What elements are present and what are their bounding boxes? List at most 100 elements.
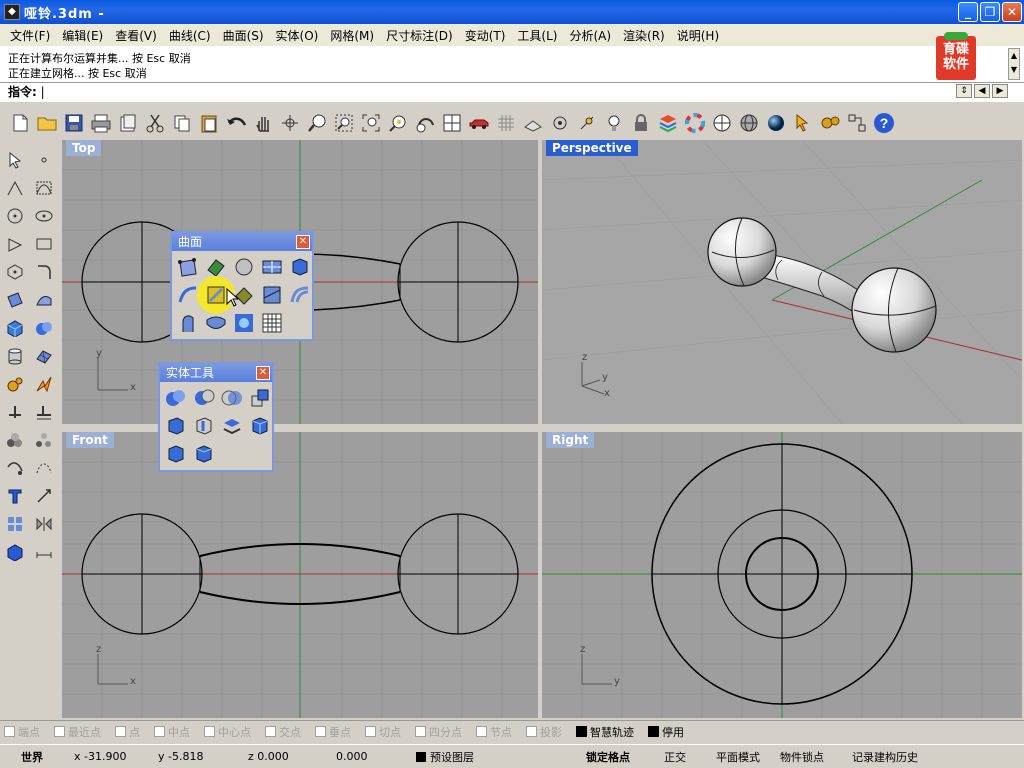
menu-transform[interactable]: 变动(T) (459, 27, 512, 44)
scale-icon[interactable] (32, 484, 56, 508)
cylinder-icon[interactable] (3, 344, 27, 368)
checkbox[interactable] (154, 726, 165, 737)
extract-surface-icon[interactable] (163, 413, 189, 439)
print-icon[interactable] (89, 111, 113, 135)
undo-view-icon[interactable] (413, 111, 437, 135)
revolve-icon[interactable] (259, 282, 285, 308)
cap-planar-holes-icon[interactable] (191, 413, 217, 439)
checkbox[interactable] (115, 726, 126, 737)
checkbox[interactable] (365, 726, 376, 737)
cylinder-solid-icon[interactable] (191, 441, 217, 467)
box-solid-icon[interactable] (163, 441, 189, 467)
cplane-icon[interactable] (521, 111, 545, 135)
checkbox[interactable] (648, 726, 659, 737)
light-icon[interactable] (602, 111, 626, 135)
rebuild-curve-icon[interactable] (32, 456, 56, 480)
rectangle-surface-icon[interactable] (259, 254, 285, 280)
osnap-toggle[interactable]: 物件锁点 (780, 749, 852, 765)
curve-icon[interactable] (32, 176, 56, 200)
command-scroll[interactable]: ▲ ▼ (1008, 48, 1020, 80)
osnap-mid[interactable]: 中点 (154, 724, 190, 740)
close-icon[interactable]: ✕ (256, 366, 270, 380)
boolean-intersection-icon[interactable] (219, 385, 245, 411)
osnap-near[interactable]: 最近点 (54, 724, 101, 740)
undo-icon[interactable] (224, 111, 248, 135)
blend-surface-icon[interactable] (175, 310, 201, 336)
viewport-perspective[interactable]: Perspective z y x (542, 140, 1022, 424)
menu-edit[interactable]: 编辑(E) (56, 27, 109, 44)
menu-solid[interactable]: 实体(O) (270, 27, 325, 44)
menu-curve[interactable]: 曲线(C) (163, 27, 217, 44)
surface-corner-icon[interactable] (3, 288, 27, 312)
viewport-title-front[interactable]: Front (66, 432, 114, 448)
surface-panel-title[interactable]: 曲面 ✕ (172, 233, 312, 251)
properties-icon[interactable] (116, 111, 140, 135)
polygon-icon[interactable] (3, 260, 27, 284)
lock-icon[interactable] (629, 111, 653, 135)
checkbox[interactable] (54, 726, 65, 737)
close-icon[interactable]: ✕ (1002, 2, 1022, 22)
mesh-icon[interactable] (32, 344, 56, 368)
boolean-split-icon[interactable] (247, 385, 273, 411)
rhino-app-icon[interactable]: ◆ (4, 4, 20, 20)
planar-toggle[interactable]: 平面模式 (716, 749, 780, 765)
open-folder-icon[interactable] (35, 111, 59, 135)
boolean-difference-icon[interactable] (191, 385, 217, 411)
color-wheel-icon[interactable] (683, 111, 707, 135)
explode-icon[interactable] (32, 372, 56, 396)
checkbox[interactable] (4, 726, 15, 737)
render-sphere-icon[interactable] (764, 111, 788, 135)
four-viewports-icon[interactable] (440, 111, 464, 135)
osnap-project[interactable]: 投影 (526, 724, 562, 740)
sphere-surface-icon[interactable] (231, 254, 257, 280)
wireframe-icon[interactable] (710, 111, 734, 135)
osnap-intersection[interactable]: 交点 (265, 724, 301, 740)
point-icon[interactable] (575, 111, 599, 135)
settings-icon[interactable] (818, 111, 842, 135)
paste-icon[interactable] (197, 111, 221, 135)
viewport-title-top[interactable]: Top (66, 140, 102, 156)
select-arrow-icon[interactable] (3, 148, 27, 172)
menu-render[interactable]: 渲染(R) (617, 27, 671, 44)
minimize-icon[interactable]: _ (958, 2, 978, 22)
box-icon[interactable] (3, 316, 27, 340)
osnap-tangent[interactable]: 切点 (365, 724, 401, 740)
patch-icon[interactable] (203, 310, 229, 336)
checkbox[interactable] (315, 726, 326, 737)
menu-analyze[interactable]: 分析(A) (563, 27, 617, 44)
menu-surface[interactable]: 曲面(S) (217, 27, 270, 44)
ungroup-icon[interactable] (32, 428, 56, 452)
copy-icon[interactable] (170, 111, 194, 135)
right-arrow-icon[interactable]: ▶ (992, 84, 1008, 98)
gear-icon[interactable] (3, 372, 27, 396)
menu-help[interactable]: 说明(H) (671, 27, 725, 44)
new-file-icon[interactable] (8, 111, 32, 135)
left-arrow-icon[interactable]: ◀ (974, 84, 990, 98)
menu-tools[interactable]: 工具(L) (511, 27, 563, 44)
dimension-icon[interactable] (32, 540, 56, 564)
viewport-title-right[interactable]: Right (546, 432, 595, 448)
surface-toolbar-panel[interactable]: 曲面 ✕ (170, 231, 314, 341)
menu-dimension[interactable]: 尺寸标注(D) (380, 27, 459, 44)
help-icon[interactable]: ? (872, 111, 896, 135)
group-icon[interactable] (3, 428, 27, 452)
surface-extrude-icon[interactable] (32, 288, 56, 312)
circle-icon[interactable] (3, 204, 27, 228)
osnap-knot[interactable]: 节点 (476, 724, 512, 740)
osnap-quadrant[interactable]: 四分点 (415, 724, 462, 740)
solid-union-icon[interactable] (32, 316, 56, 340)
car-icon[interactable] (467, 111, 491, 135)
zoom-window-icon[interactable] (332, 111, 356, 135)
osnap-disable[interactable]: 停用 (648, 724, 684, 740)
rotate-view-icon[interactable] (278, 111, 302, 135)
osnap-end[interactable]: 端点 (4, 724, 40, 740)
menu-view[interactable]: 查看(V) (109, 27, 163, 44)
join-icon[interactable] (3, 456, 27, 480)
zoom-icon[interactable] (305, 111, 329, 135)
sweep-2-rails-icon[interactable] (287, 282, 313, 308)
checkbox[interactable] (476, 726, 487, 737)
solid-tools-panel[interactable]: 实体工具 ✕ (158, 362, 274, 472)
command-prompt[interactable]: 指令: | (0, 82, 1024, 102)
arc-icon[interactable] (3, 232, 27, 256)
checkbox[interactable] (204, 726, 215, 737)
